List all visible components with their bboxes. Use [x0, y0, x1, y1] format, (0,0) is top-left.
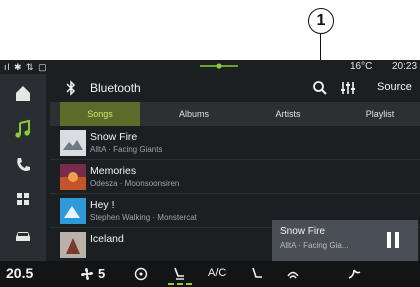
- indicator-bar: [168, 283, 174, 285]
- album-art: [60, 198, 86, 224]
- pause-icon[interactable]: [387, 232, 401, 248]
- car-icon[interactable]: [12, 224, 34, 246]
- header: Bluetooth Source: [50, 74, 420, 102]
- steering-wheel-heat-icon[interactable]: [134, 267, 148, 281]
- indicator-bar: [186, 283, 192, 285]
- song-title: Memories: [90, 165, 137, 177]
- now-playing-title: Snow Fire: [280, 226, 326, 237]
- fan-level[interactable]: 5: [98, 266, 105, 281]
- apps-grid-icon[interactable]: [12, 188, 34, 210]
- tab-bar: Songs Albums Artists Playlist: [50, 102, 420, 126]
- album-art: [60, 164, 86, 190]
- album-art: [60, 130, 86, 156]
- song-subtitle: AlltA · Facing Giants: [90, 145, 163, 154]
- seat-icon[interactable]: [250, 266, 264, 281]
- song-subtitle: Stephen Walking · Monstercat: [90, 213, 197, 222]
- equalizer-settings-icon[interactable]: [340, 80, 356, 96]
- now-playing-subtitle: AlltA · Facing Gia...: [280, 241, 349, 250]
- fan-icon: [81, 268, 93, 280]
- search-icon[interactable]: [312, 80, 328, 96]
- status-icons: ıl ✱ ⇅ ▢: [4, 62, 48, 72]
- outside-temperature: 16°C: [350, 61, 373, 72]
- home-icon[interactable]: [12, 82, 34, 104]
- song-title: Snow Fire: [90, 131, 138, 143]
- climate-bar: 20.5 5 A/C: [0, 261, 420, 287]
- cabin-temperature[interactable]: 20.5: [6, 265, 33, 281]
- music-note-icon[interactable]: [12, 118, 34, 140]
- tab-playlist[interactable]: Playlist: [340, 102, 420, 126]
- tab-songs[interactable]: Songs: [60, 102, 140, 126]
- page-title: Bluetooth: [90, 81, 141, 95]
- infotainment-screen: ıl ✱ ⇅ ▢ 16°C 20:23 Bluetooth Source Son…: [0, 60, 420, 287]
- tab-artists[interactable]: Artists: [248, 102, 328, 126]
- phone-icon[interactable]: [12, 154, 34, 176]
- sidebar: [0, 74, 46, 261]
- song-title: Hey !: [90, 199, 115, 211]
- song-title: Iceland: [90, 233, 124, 245]
- tab-albums[interactable]: Albums: [154, 102, 234, 126]
- now-playing-card[interactable]: Snow Fire AlltA · Facing Gia...: [272, 220, 418, 261]
- song-subtitle: Odesza · Moonsoonsiren: [90, 179, 180, 188]
- ac-button[interactable]: A/C: [208, 267, 226, 279]
- album-art: [60, 232, 86, 258]
- callout-number: 1: [308, 8, 334, 34]
- vent-icon[interactable]: [346, 266, 362, 281]
- status-bar: ıl ✱ ⇅ ▢ 16°C 20:23: [0, 60, 420, 74]
- clock: 20:23: [392, 61, 418, 72]
- source-button[interactable]: Source: [377, 81, 412, 93]
- indicator-bar: [177, 283, 183, 285]
- page-indicator-icon: [200, 63, 238, 69]
- seat-heat-icon[interactable]: [172, 266, 186, 281]
- defrost-icon[interactable]: [286, 267, 300, 280]
- song-row[interactable]: Memories Odesza · Moonsoonsiren: [50, 160, 420, 194]
- bluetooth-icon: [66, 80, 76, 96]
- song-row[interactable]: Snow Fire AlltA · Facing Giants: [50, 126, 420, 160]
